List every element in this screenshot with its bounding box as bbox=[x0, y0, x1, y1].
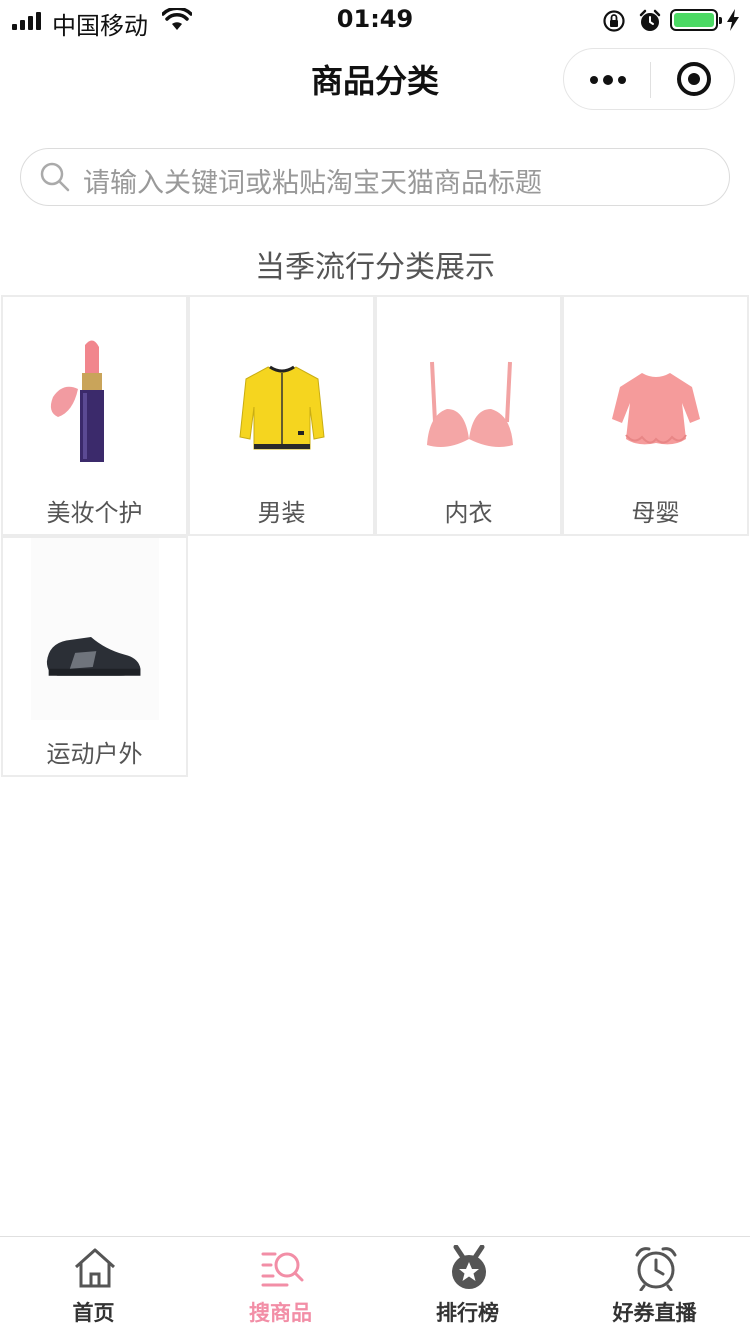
charging-icon bbox=[727, 9, 739, 31]
category-item-underwear[interactable]: 内衣 bbox=[375, 295, 562, 536]
category-label: 内衣 bbox=[444, 499, 493, 527]
tab-ranking[interactable]: 排行榜 bbox=[374, 1237, 561, 1335]
section-title: 当季流行分类展示 bbox=[255, 250, 495, 285]
category-item-sports[interactable]: 运动户外 bbox=[1, 536, 188, 777]
tab-label: 首页 bbox=[72, 1301, 115, 1325]
category-item-menswear[interactable]: 男装 bbox=[188, 295, 375, 536]
search-input[interactable]: 请输入关键词或粘贴淘宝天猫商品标题 bbox=[20, 148, 730, 206]
category-label: 运动户外 bbox=[46, 740, 143, 768]
yellow-jacket-image bbox=[239, 365, 325, 450]
tab-label: 搜商品 bbox=[249, 1301, 312, 1325]
tab-label: 排行榜 bbox=[436, 1301, 499, 1325]
alarm-status-icon bbox=[639, 9, 661, 31]
search-icon bbox=[40, 162, 70, 192]
more-button[interactable] bbox=[564, 49, 650, 109]
search-placeholder: 请输入关键词或粘贴淘宝天猫商品标题 bbox=[83, 168, 542, 199]
miniprogram-capsule bbox=[563, 48, 735, 110]
lipstick-image bbox=[50, 340, 104, 462]
rotation-lock-icon bbox=[603, 10, 625, 32]
tab-search-goods[interactable]: 搜商品 bbox=[187, 1237, 374, 1335]
search-list-icon bbox=[261, 1252, 304, 1287]
medal-icon bbox=[452, 1245, 486, 1289]
battery-icon bbox=[670, 9, 722, 31]
category-label: 美妆个护 bbox=[46, 499, 143, 527]
tab-home[interactable]: 首页 bbox=[0, 1237, 187, 1335]
category-label: 男装 bbox=[257, 499, 306, 527]
home-icon bbox=[74, 1248, 116, 1288]
close-miniprogram-button[interactable] bbox=[651, 49, 735, 109]
category-item-beauty[interactable]: 美妆个护 bbox=[1, 295, 188, 536]
alarm-clock-icon bbox=[635, 1247, 677, 1291]
status-bar: 中国移动 01:49 bbox=[0, 0, 750, 40]
category-item-baby[interactable]: 母婴 bbox=[562, 295, 749, 536]
pink-blouse-image bbox=[612, 373, 700, 445]
sneaker-image bbox=[31, 538, 159, 720]
tab-coupon-live[interactable]: 好券直播 bbox=[561, 1237, 748, 1335]
tab-label: 好券直播 bbox=[612, 1301, 697, 1325]
pink-bra-image bbox=[427, 361, 513, 447]
category-label: 母婴 bbox=[631, 499, 680, 527]
bottom-tab-bar: 首页 搜商品 排行榜 好券直播 bbox=[0, 1236, 750, 1335]
